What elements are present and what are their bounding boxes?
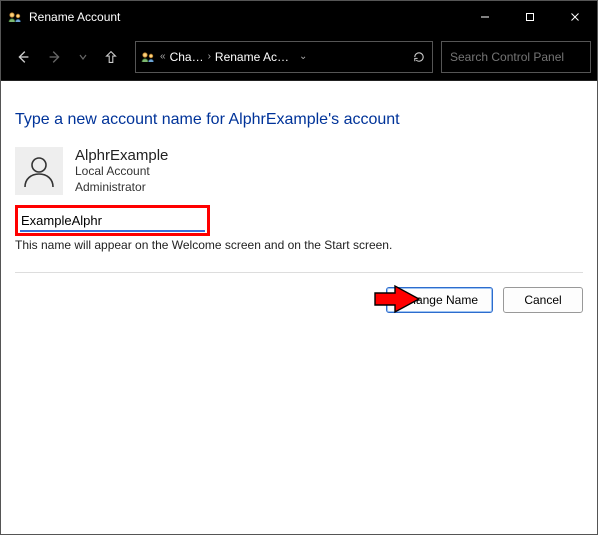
content-area: Type a new account name for AlphrExample… xyxy=(1,81,597,327)
window-title: Rename Account xyxy=(29,10,120,24)
address-dropdown[interactable]: ⌄ xyxy=(299,51,307,62)
breadcrumb-second[interactable]: Rename Ac… xyxy=(215,50,289,64)
navbar: « Cha… › Rename Ac… ⌄ xyxy=(1,33,597,81)
new-name-input[interactable] xyxy=(20,211,205,232)
recent-dropdown[interactable] xyxy=(71,41,95,73)
account-info: AlphrExample Local Account Administrator xyxy=(15,147,583,195)
help-text: This name will appear on the Welcome scr… xyxy=(15,238,583,252)
search-input[interactable] xyxy=(450,50,598,64)
account-name: AlphrExample xyxy=(75,147,168,164)
users-icon xyxy=(140,49,156,65)
cancel-button[interactable]: Cancel xyxy=(503,287,583,313)
arrow-annotation-icon xyxy=(373,284,421,319)
back-button[interactable] xyxy=(7,41,39,73)
maximize-button[interactable] xyxy=(507,1,552,33)
refresh-button[interactable] xyxy=(412,50,426,64)
page-heading: Type a new account name for AlphrExample… xyxy=(15,111,583,129)
name-input-highlight xyxy=(15,205,210,236)
up-button[interactable] xyxy=(95,41,127,73)
address-bar[interactable]: « Cha… › Rename Ac… ⌄ xyxy=(135,41,433,73)
search-box[interactable] xyxy=(441,41,591,73)
minimize-button[interactable] xyxy=(462,1,507,33)
forward-button[interactable] xyxy=(39,41,71,73)
account-role: Administrator xyxy=(75,180,168,196)
chevron-right-icon: › xyxy=(208,51,211,62)
avatar-icon xyxy=(15,147,63,195)
divider xyxy=(15,272,583,273)
breadcrumb-first[interactable]: Cha… xyxy=(170,50,204,64)
button-row: Change Name Cancel xyxy=(15,287,583,313)
close-button[interactable] xyxy=(552,1,597,33)
account-type: Local Account xyxy=(75,164,168,180)
titlebar: Rename Account xyxy=(1,1,597,33)
chevron-left-icon: « xyxy=(160,51,166,62)
app-icon xyxy=(7,9,23,25)
